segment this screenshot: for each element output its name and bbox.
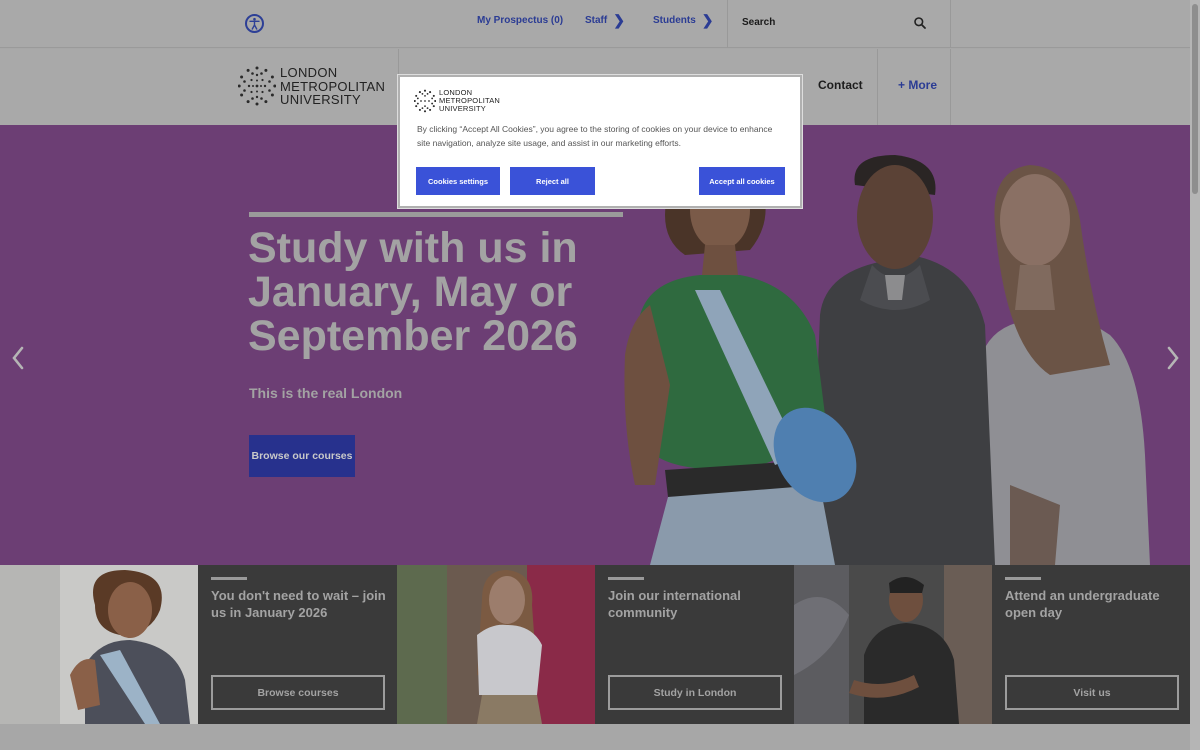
card-title: You don't need to wait – join us in Janu… [211,588,386,620]
cookie-logo-wordmark: LONDON METROPOLITAN UNIVERSITY [439,89,500,113]
logo-line: UNIVERSITY [439,104,487,113]
card-rule [1005,577,1041,580]
browse-courses-button[interactable]: Browse courses [211,675,385,710]
visit-us-button[interactable]: Visit us [1005,675,1179,710]
cookie-notice-text: By clicking “Accept All Cookies”, you ag… [417,124,773,148]
staff-label: Staff [585,15,608,26]
cookies-settings-button[interactable]: Cookies settings [416,167,500,195]
staff-link[interactable]: Staff ❯ [585,12,625,28]
cookie-logo: LONDON METROPOLITAN UNIVERSITY [413,89,514,115]
accept-all-cookies-button[interactable]: Accept all cookies [699,167,785,195]
students-label: Students [653,15,696,26]
card-rule [211,577,247,580]
nav-contact-link[interactable]: Contact [818,78,863,92]
scrollbar-thumb[interactable] [1192,4,1198,194]
cookie-consent-dialog: LONDON METROPOLITAN UNIVERSITY By clicki… [398,75,802,208]
accessibility-icon[interactable] [245,14,264,33]
chevron-right-icon: ❯ [613,12,625,28]
search-icon[interactable] [913,16,929,32]
hero-title: Study with us in January, May or Septemb… [248,224,578,360]
nav-more-label: + More [898,78,938,92]
card-image [794,565,992,724]
nav-more-button[interactable]: + More [877,49,951,125]
page-scrollbar[interactable] [1190,0,1200,750]
my-prospectus-link[interactable]: My Prospectus (0) [477,15,563,26]
feature-cards: You don't need to wait – join us in Janu… [0,565,1191,724]
browse-our-courses-button[interactable]: Browse our courses [249,435,355,477]
logo-mark-icon [413,89,437,113]
utility-bar: My Prospectus (0) Staff ❯ Students ❯ [0,0,1190,48]
search-box [727,0,951,48]
card-image [0,565,198,724]
card-title: Attend an undergraduate open day [1005,588,1160,620]
card-panel-international: Join our international community Study i… [595,565,794,724]
chevron-right-icon: ❯ [701,12,714,28]
card-image [397,565,595,724]
search-input[interactable] [742,12,902,32]
card-panel-open-day: Attend an undergraduate open day Visit u… [992,565,1191,724]
hero-rule [249,212,623,217]
card-panel-january: You don't need to wait – join us in Janu… [198,565,397,724]
university-logo[interactable]: LONDON METROPOLITAN UNIVERSITY [237,65,398,109]
reject-all-button[interactable]: Reject all [510,167,595,195]
logo-mark-icon [237,66,277,106]
logo-wordmark: LONDON METROPOLITAN UNIVERSITY [280,66,385,107]
logo-line: UNIVERSITY [280,92,362,107]
logo-line: METROPOLITAN [280,78,386,94]
page: My Prospectus (0) Staff ❯ Students ❯ Sea… [0,0,1200,750]
study-in-london-button[interactable]: Study in London [608,675,782,710]
card-rule [608,577,644,580]
logo-line: LONDON [280,65,338,80]
my-prospectus-label: My Prospectus (0) [477,15,564,26]
card-title: Join our international community [608,588,741,620]
students-link[interactable]: Students ❯ [653,12,714,28]
chevron-left-icon[interactable] [9,345,27,371]
hero-subtitle: This is the real London [249,385,403,401]
